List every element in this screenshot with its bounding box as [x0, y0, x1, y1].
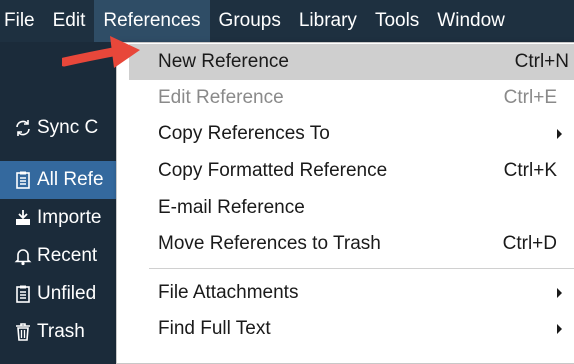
menu-separator [149, 268, 574, 269]
menu-item-shortcut: Ctrl+N [514, 51, 569, 72]
sidebar-item-label: Trash [37, 321, 85, 342]
bell-icon [12, 245, 34, 267]
menu-item-shortcut: Ctrl+K [503, 160, 557, 181]
menu-item-label: Move References to Trash [158, 233, 381, 254]
menu-groups[interactable]: Groups [210, 0, 290, 42]
sidebar-item-label: Sync C [37, 117, 99, 138]
red-arrow-icon [62, 36, 140, 68]
sidebar-item-sync[interactable]: Sync C [0, 109, 118, 147]
sidebar-item-label: Importe [37, 207, 102, 228]
menu-item-shortcut: Ctrl+E [503, 87, 557, 108]
menu-item-email-reference[interactable]: E-mail Reference [117, 190, 574, 226]
sidebar-item-unfiled[interactable]: Unfiled [0, 275, 118, 313]
submenu-arrow-icon [557, 288, 562, 298]
menu-item-label: File Attachments [158, 282, 299, 303]
menu-item-edit-reference[interactable]: Edit Reference Ctrl+E [117, 80, 574, 116]
menu-item-label: Find Full Text [158, 318, 271, 339]
menu-item-copy-references-to[interactable]: Copy References To [117, 116, 574, 152]
menu-window[interactable]: Window [428, 0, 514, 42]
menu-item-copy-formatted-reference[interactable]: Copy Formatted Reference Ctrl+K [117, 153, 574, 189]
clipboard-icon [12, 283, 34, 305]
menu-item-move-references-to-trash[interactable]: Move References to Trash Ctrl+D [117, 226, 574, 262]
submenu-arrow-icon [557, 324, 562, 334]
menu-item-label: E-mail Reference [158, 197, 305, 218]
import-icon [12, 207, 34, 229]
menu-item-new-reference[interactable]: New Reference Ctrl+N [129, 44, 574, 80]
menu-item-label: New Reference [158, 51, 289, 72]
submenu-arrow-icon [557, 129, 562, 139]
sync-icon [12, 117, 34, 139]
trash-icon [12, 321, 34, 343]
menu-item-label: Edit Reference [158, 87, 284, 108]
sidebar-item-recent[interactable]: Recent [0, 237, 118, 275]
menu-file[interactable]: File [0, 0, 44, 42]
sidebar: Sync C All Refe Importe Recent Unfiled T… [0, 42, 118, 347]
menu-item-label: Copy References To [158, 123, 330, 144]
menu-item-label: Copy Formatted Reference [158, 160, 388, 181]
sidebar-item-label: Unfiled [37, 283, 97, 304]
sidebar-item-all-references[interactable]: All Refe [0, 161, 118, 199]
menu-item-find-full-text[interactable]: Find Full Text [117, 311, 574, 347]
sidebar-item-trash[interactable]: Trash [0, 313, 118, 351]
references-dropdown-menu: New Reference Ctrl+N Edit Reference Ctrl… [116, 42, 574, 364]
clipboard-icon [12, 169, 34, 191]
menu-library[interactable]: Library [290, 0, 366, 42]
menu-item-file-attachments[interactable]: File Attachments [117, 275, 574, 311]
sidebar-item-label: All Refe [37, 169, 104, 190]
menu-item-shortcut: Ctrl+D [502, 233, 557, 254]
sidebar-item-label: Recent [37, 245, 98, 266]
menu-tools[interactable]: Tools [366, 0, 428, 42]
sidebar-item-imported[interactable]: Importe [0, 199, 118, 237]
